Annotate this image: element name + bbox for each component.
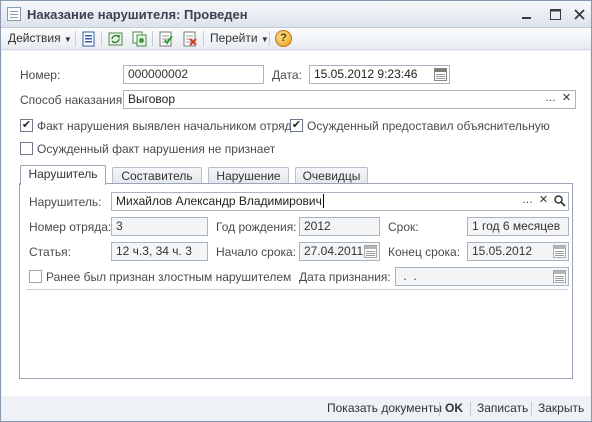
tab-violation[interactable]: Нарушение bbox=[208, 167, 289, 184]
term-field[interactable]: 1 год 6 месяцев bbox=[467, 217, 569, 236]
refresh-icon[interactable] bbox=[108, 31, 124, 47]
term-label: Срок: bbox=[388, 220, 419, 234]
violator-field[interactable]: Михайлов Александр Владимирович … ✕ bbox=[111, 192, 569, 211]
chevron-down-icon: ▼ bbox=[63, 35, 72, 44]
recognition-date-field[interactable]: . . bbox=[395, 267, 569, 286]
close-button[interactable]: Закрыть bbox=[538, 401, 584, 415]
maximize-button[interactable] bbox=[547, 6, 564, 23]
birth-year-field[interactable]: 2012 bbox=[299, 217, 380, 236]
window-title: Наказание нарушителя: Проведен bbox=[27, 7, 248, 22]
checkbox-malicious[interactable] bbox=[29, 270, 42, 283]
recognition-date-value: . . bbox=[400, 269, 417, 283]
birth-year-label: Год рождения: bbox=[216, 220, 297, 234]
toolbar: Действия ▼ Перейти ▼ ? bbox=[1, 28, 591, 50]
minimize-button[interactable] bbox=[518, 6, 535, 23]
calendar-icon[interactable] bbox=[553, 245, 566, 258]
explanation-label: Осужденный предоставил объяснительную bbox=[307, 119, 550, 133]
term-end-value: 15.05.2012 bbox=[472, 244, 533, 258]
recognition-date-label: Дата признания: bbox=[299, 270, 391, 284]
tab-violator[interactable]: Нарушитель bbox=[20, 165, 106, 185]
punishment-value: Выговор bbox=[128, 92, 176, 106]
clear-icon[interactable]: ✕ bbox=[559, 92, 574, 107]
document-form: Номер: 000000002 Дата: 15.05.2012 9:23:4… bbox=[2, 51, 590, 396]
found-by-head-label: Факт нарушения выявлен начальником отряд… bbox=[37, 119, 299, 133]
checkbox-explanation[interactable]: ✔ bbox=[290, 119, 303, 132]
calendar-icon[interactable] bbox=[434, 68, 447, 81]
term-end-field[interactable]: 15.05.2012 bbox=[467, 242, 569, 261]
ok-button[interactable]: OK bbox=[445, 401, 463, 415]
document-window: Наказание нарушителя: Проведен Действия … bbox=[0, 0, 592, 422]
actions-menu-label: Действия bbox=[8, 31, 61, 45]
checkbox-not-admitted[interactable] bbox=[20, 142, 33, 155]
close-window-button[interactable] bbox=[571, 6, 588, 23]
document-icon bbox=[7, 7, 21, 21]
violator-panel: Нарушитель: Михайлов Александр Владимиро… bbox=[19, 183, 573, 379]
number-field[interactable]: 000000002 bbox=[123, 65, 264, 84]
violator-label: Нарушитель: bbox=[29, 195, 102, 209]
term-start-value: 27.04.2011 bbox=[304, 244, 364, 258]
list-icon[interactable] bbox=[81, 31, 97, 47]
footer-bar: Показать документы OK Записать Закрыть bbox=[2, 397, 590, 421]
panel-divider bbox=[26, 289, 568, 290]
date-label: Дата: bbox=[272, 68, 302, 82]
actions-menu[interactable]: Действия ▼ bbox=[8, 28, 72, 49]
squad-label: Номер отряда: bbox=[29, 220, 112, 234]
tab-witnesses[interactable]: Очевидцы bbox=[295, 167, 368, 184]
not-admitted-label: Осужденный факт нарушения не признает bbox=[37, 142, 276, 156]
show-documents-button[interactable]: Показать документы bbox=[327, 401, 442, 415]
unpost-document-icon[interactable] bbox=[182, 31, 198, 47]
goto-menu-label: Перейти bbox=[210, 31, 258, 45]
date-value: 15.05.2012 9:23:46 bbox=[314, 67, 418, 81]
violator-value: Михайлов Александр Владимирович bbox=[116, 194, 322, 208]
article-label: Статья: bbox=[29, 245, 72, 259]
chevron-down-icon: ▼ bbox=[260, 35, 269, 44]
select-button[interactable]: … bbox=[543, 92, 558, 107]
minimize-icon bbox=[522, 17, 531, 19]
squad-field[interactable]: 3 bbox=[111, 217, 208, 236]
calendar-icon[interactable] bbox=[553, 270, 566, 283]
close-icon bbox=[574, 9, 585, 20]
date-field[interactable]: 15.05.2012 9:23:46 bbox=[309, 65, 450, 84]
copy-icon[interactable] bbox=[132, 31, 148, 47]
help-button[interactable]: ? bbox=[275, 30, 292, 47]
punishment-field[interactable]: Выговор … ✕ bbox=[123, 90, 576, 109]
term-start-label: Начало срока: bbox=[216, 245, 297, 259]
tab-compiler[interactable]: Составитель bbox=[112, 167, 202, 184]
term-start-field[interactable]: 27.04.2011 bbox=[299, 242, 380, 261]
checkbox-found-by-head[interactable]: ✔ bbox=[20, 119, 33, 132]
clear-icon[interactable]: ✕ bbox=[536, 194, 551, 209]
article-field[interactable]: 12 ч.3, 34 ч. 3 bbox=[111, 242, 208, 261]
malicious-label: Ранее был признан злостным нарушителем bbox=[46, 270, 292, 284]
post-document-icon[interactable] bbox=[158, 31, 174, 47]
search-icon[interactable] bbox=[552, 194, 567, 209]
term-end-label: Конец срока: bbox=[388, 245, 461, 259]
select-button[interactable]: … bbox=[520, 194, 535, 209]
calendar-icon[interactable] bbox=[364, 245, 377, 258]
save-button[interactable]: Записать bbox=[477, 401, 528, 415]
maximize-icon bbox=[550, 9, 561, 20]
punishment-label: Способ наказания: bbox=[20, 93, 126, 107]
title-bar[interactable]: Наказание нарушителя: Проведен bbox=[1, 1, 591, 28]
number-label: Номер: bbox=[20, 68, 61, 82]
goto-menu[interactable]: Перейти ▼ bbox=[210, 28, 269, 49]
